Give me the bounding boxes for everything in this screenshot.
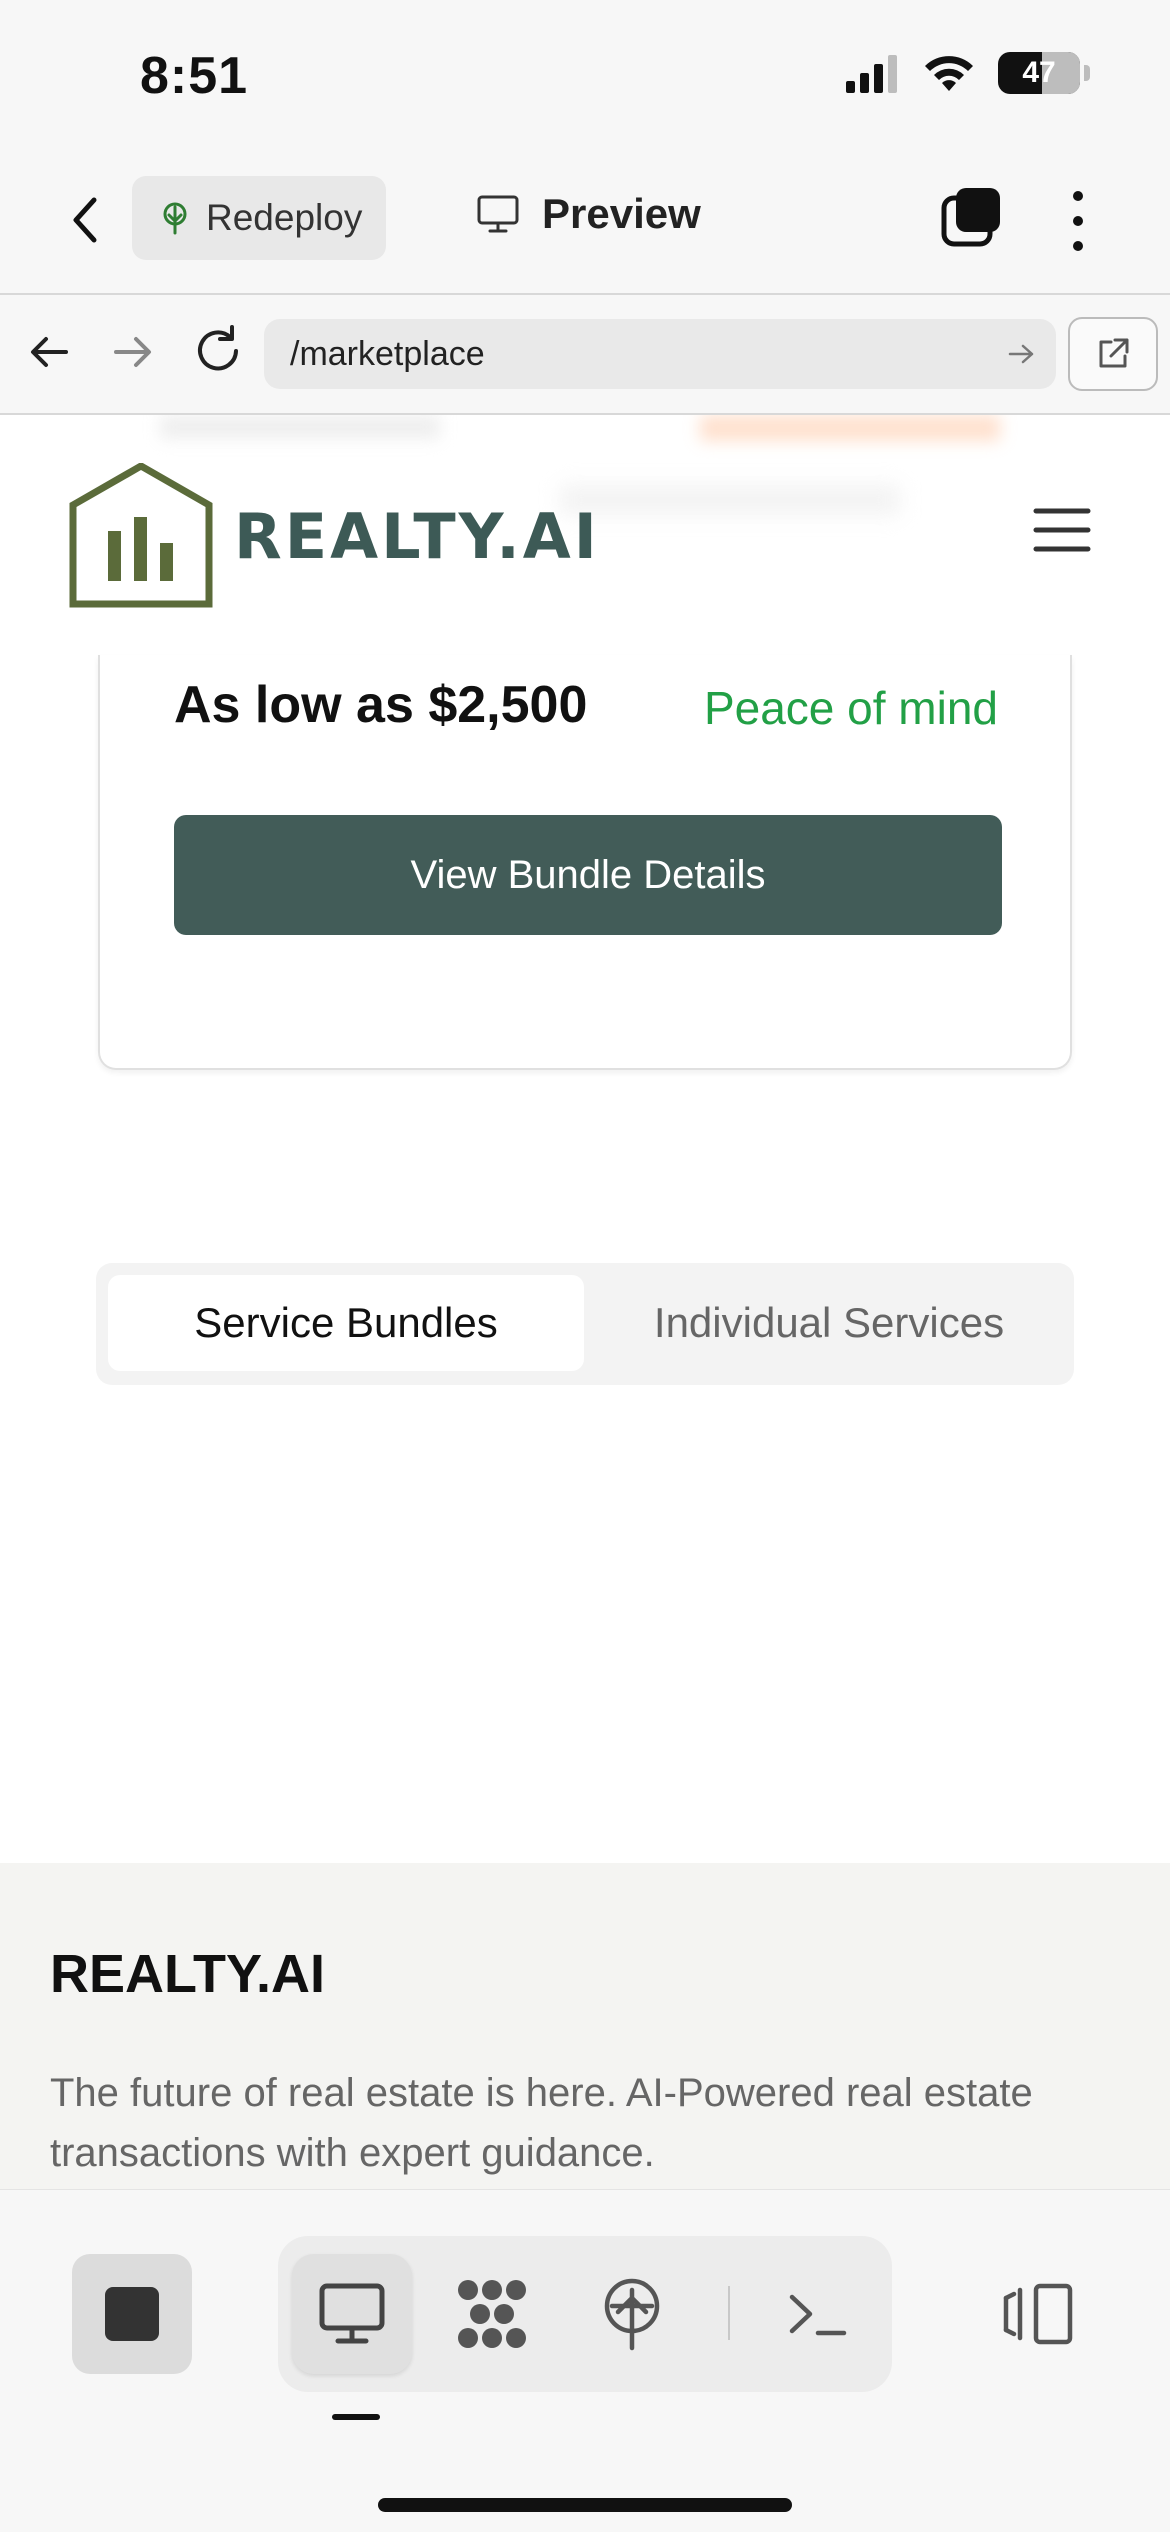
deploy-tool-button[interactable]	[572, 2254, 692, 2374]
arrow-right-icon[interactable]	[108, 327, 158, 377]
active-tab-indicator	[332, 2414, 380, 2420]
battery-icon: 47	[998, 52, 1080, 94]
hamburger-menu-icon[interactable]	[1032, 505, 1092, 555]
site-footer: REALTY.AI The future of real estate is h…	[0, 1863, 1170, 2189]
terminal-icon	[789, 2294, 847, 2336]
view-bundle-details-button[interactable]: View Bundle Details	[174, 815, 1002, 935]
desktop-icon	[319, 2283, 385, 2344]
wifi-icon	[925, 56, 973, 91]
blurred-content	[700, 415, 1000, 441]
panel-toggle-button[interactable]	[988, 2254, 1088, 2374]
bundle-price: As low as $2,500	[174, 676, 588, 734]
redeploy-label: Redeploy	[206, 197, 363, 238]
go-arrow-icon[interactable]	[1006, 339, 1036, 369]
network-tool-button[interactable]	[432, 2254, 552, 2374]
stop-icon	[105, 2287, 159, 2341]
footer-brand: REALTY.AI	[50, 1944, 326, 2004]
open-external-button[interactable]	[1068, 317, 1158, 391]
footer-description: The future of real estate is here. AI-Po…	[50, 2071, 1033, 2175]
battery-level: 47	[1022, 56, 1056, 89]
more-vertical-icon[interactable]	[1058, 186, 1098, 256]
network-icon	[458, 2280, 526, 2348]
site-logo[interactable]: REALTY.AI	[68, 463, 600, 609]
desktop-tool-button[interactable]	[292, 2254, 412, 2374]
terminal-tool-button[interactable]	[758, 2254, 878, 2374]
tab-individual-services[interactable]: Individual Services	[596, 1275, 1062, 1371]
panel-toggle-icon	[1003, 2283, 1073, 2345]
site-header: REALTY.AI	[0, 455, 1170, 625]
web-page: REALTY.AI As low as $2,500 Peace of mind…	[0, 415, 1170, 2189]
toolbar-divider	[728, 2286, 730, 2340]
app-header: Redeploy Preview	[0, 150, 1170, 295]
bundle-card: As low as $2,500 Peace of mind View Bund…	[98, 655, 1072, 1070]
preview-label: Preview	[542, 190, 701, 237]
status-icons: 47	[844, 52, 1090, 94]
tree-icon	[163, 202, 187, 235]
deploy-icon	[604, 2278, 660, 2351]
external-link-icon	[1099, 338, 1129, 368]
signal-icon	[846, 55, 897, 93]
bottom-toolbar	[0, 2189, 1170, 2532]
home-indicator[interactable]	[378, 2498, 792, 2512]
tab-service-bundles[interactable]: Service Bundles	[108, 1275, 584, 1371]
status-bar: 8:51 47	[0, 0, 1170, 150]
redeploy-button[interactable]: Redeploy	[132, 176, 386, 260]
reload-icon[interactable]	[190, 323, 246, 379]
stop-button[interactable]	[72, 2254, 192, 2374]
logo-text: REALTY.AI	[234, 499, 600, 573]
bundle-tagline: Peace of mind	[703, 682, 998, 734]
service-type-tabs: Service Bundles Individual Services	[96, 1263, 1074, 1385]
status-time: 8:51	[140, 47, 249, 105]
blurred-content	[160, 415, 440, 439]
tabs-icon[interactable]	[940, 186, 1004, 250]
url-input[interactable]: /marketplace	[264, 319, 1056, 389]
arrow-left-icon[interactable]	[24, 327, 74, 377]
monitor-icon	[477, 195, 519, 233]
preview-button[interactable]: Preview	[476, 190, 701, 238]
tool-group	[278, 2236, 892, 2392]
house-chart-icon	[69, 463, 213, 608]
back-chevron-icon[interactable]	[60, 190, 110, 250]
url-text: /marketplace	[290, 334, 485, 373]
url-bar: /marketplace	[0, 295, 1170, 415]
